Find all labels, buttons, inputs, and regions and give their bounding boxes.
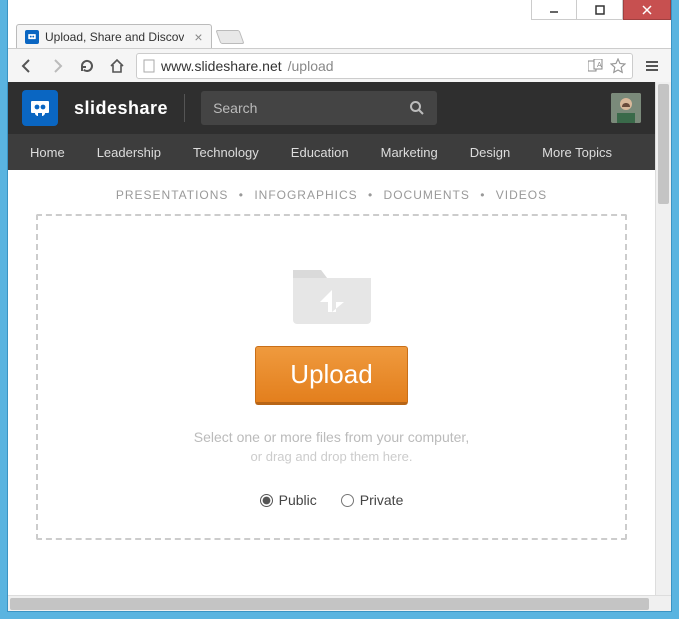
browser-toolbar: www.slideshare.net/upload A	[8, 48, 671, 82]
visibility-public-radio[interactable]	[260, 494, 273, 507]
nav-item-more-topics[interactable]: More Topics	[526, 134, 628, 170]
page-icon	[143, 59, 155, 73]
type-separator: •	[239, 188, 244, 202]
upload-type-infographics: INFOGRAPHICS	[254, 188, 357, 202]
visibility-public-option[interactable]: Public	[260, 492, 317, 508]
url-path: /upload	[288, 58, 334, 74]
tab-close-icon[interactable]: ×	[194, 30, 202, 44]
header-divider	[184, 94, 185, 122]
visibility-private-radio[interactable]	[341, 494, 354, 507]
visibility-public-label: Public	[279, 492, 317, 508]
app-nav: Home Leadership Technology Education Mar…	[8, 134, 655, 170]
vertical-scrollbar[interactable]	[655, 82, 671, 595]
upload-type-presentations: PRESENTATIONS	[116, 188, 229, 202]
search-box[interactable]	[201, 91, 437, 125]
nav-item-design[interactable]: Design	[454, 134, 526, 170]
window-titlebar	[8, 0, 671, 22]
upload-help-line1: Select one or more files from your compu…	[58, 429, 605, 445]
translate-icon[interactable]: A	[588, 59, 604, 73]
slideshare-favicon-icon	[25, 30, 39, 44]
vertical-scroll-thumb[interactable]	[658, 84, 669, 204]
window-maximize-button[interactable]	[577, 0, 623, 20]
upload-type-videos: VIDEOS	[496, 188, 547, 202]
horizontal-scroll-thumb[interactable]	[10, 598, 649, 610]
browser-menu-button[interactable]	[641, 55, 663, 77]
reload-button[interactable]	[76, 55, 98, 77]
new-tab-button[interactable]	[215, 30, 244, 44]
browser-tab-title: Upload, Share and Discov	[45, 30, 184, 44]
page-viewport: slideshare Home Leadership Technology Ed…	[8, 82, 671, 595]
svg-text:A: A	[597, 62, 602, 69]
home-button[interactable]	[106, 55, 128, 77]
window-minimize-button[interactable]	[531, 0, 577, 20]
horizontal-scrollbar[interactable]	[8, 595, 671, 611]
browser-window: Upload, Share and Discov × www.slideshar…	[8, 0, 671, 611]
page-content: slideshare Home Leadership Technology Ed…	[8, 82, 655, 595]
upload-dropzone[interactable]: Upload Select one or more files from you…	[36, 214, 627, 540]
visibility-options: Public Private	[58, 492, 605, 508]
upload-folder-icon	[287, 256, 377, 326]
address-bar[interactable]: www.slideshare.net/upload A	[136, 53, 633, 79]
forward-button[interactable]	[46, 55, 68, 77]
brand-text: slideshare	[74, 98, 168, 119]
app-header: slideshare	[8, 82, 655, 134]
window-controls	[531, 0, 671, 20]
type-separator: •	[480, 188, 485, 202]
nav-item-leadership[interactable]: Leadership	[81, 134, 177, 170]
visibility-private-label: Private	[360, 492, 404, 508]
slideshare-logo-icon[interactable]	[22, 90, 58, 126]
window-close-button[interactable]	[623, 0, 671, 20]
nav-item-marketing[interactable]: Marketing	[365, 134, 454, 170]
nav-item-home[interactable]: Home	[14, 134, 81, 170]
nav-item-education[interactable]: Education	[275, 134, 365, 170]
type-separator: •	[368, 188, 373, 202]
visibility-private-option[interactable]: Private	[341, 492, 404, 508]
search-input[interactable]	[213, 100, 409, 116]
nav-item-technology[interactable]: Technology	[177, 134, 275, 170]
upload-help-line2: or drag and drop them here.	[58, 449, 605, 464]
upload-button[interactable]: Upload	[255, 346, 407, 405]
upload-type-documents: DOCUMENTS	[384, 188, 470, 202]
back-button[interactable]	[16, 55, 38, 77]
bookmark-star-icon[interactable]	[610, 58, 626, 74]
browser-tab-strip: Upload, Share and Discov ×	[8, 22, 671, 48]
search-icon[interactable]	[409, 100, 425, 116]
user-avatar[interactable]	[611, 93, 641, 123]
browser-tab[interactable]: Upload, Share and Discov ×	[16, 24, 212, 48]
upload-type-list: PRESENTATIONS • INFOGRAPHICS • DOCUMENTS…	[8, 170, 655, 214]
url-host: www.slideshare.net	[161, 58, 282, 74]
upload-help-text: Select one or more files from your compu…	[58, 429, 605, 464]
